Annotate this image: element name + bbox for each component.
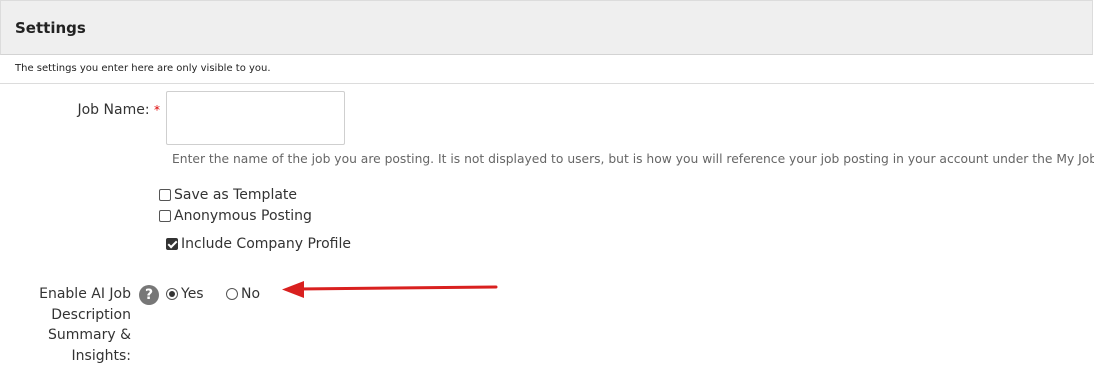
settings-panel-header: Settings	[0, 0, 1093, 55]
save-as-template-checkbox[interactable]	[159, 189, 171, 201]
help-icon[interactable]: ?	[139, 285, 159, 305]
save-as-template-label: Save as Template	[174, 187, 298, 203]
ai-yes-option[interactable]: Yes	[166, 286, 204, 302]
settings-visibility-note: The settings you enter here are only vis…	[15, 63, 271, 74]
divider	[0, 83, 1094, 84]
annotation-arrow-icon	[282, 281, 498, 298]
ai-yes-radio[interactable]	[166, 288, 178, 300]
include-company-profile-label: Include Company Profile	[181, 236, 351, 252]
job-name-label-text: Job Name:	[77, 102, 150, 118]
save-as-template-option[interactable]: Save as Template	[159, 187, 297, 203]
ai-yes-label: Yes	[181, 286, 204, 302]
ai-no-option[interactable]: No	[226, 286, 260, 302]
required-marker: *	[154, 103, 160, 117]
ai-no-radio[interactable]	[226, 288, 238, 300]
job-name-input[interactable]	[166, 91, 345, 145]
include-company-profile-option[interactable]: Include Company Profile	[166, 236, 351, 252]
anonymous-posting-checkbox[interactable]	[159, 210, 171, 222]
enable-ai-label: Enable AI Job Description Summary & Insi…	[39, 286, 131, 364]
ai-no-label: No	[241, 286, 261, 302]
include-company-profile-checkbox[interactable]	[166, 238, 178, 250]
panel-title: Settings	[15, 19, 86, 37]
anonymous-posting-label: Anonymous Posting	[174, 208, 312, 224]
anonymous-posting-option[interactable]: Anonymous Posting	[159, 208, 312, 224]
job-name-help-text: Enter the name of the job you are postin…	[172, 152, 1094, 166]
job-name-label: Job Name: *	[60, 102, 160, 118]
